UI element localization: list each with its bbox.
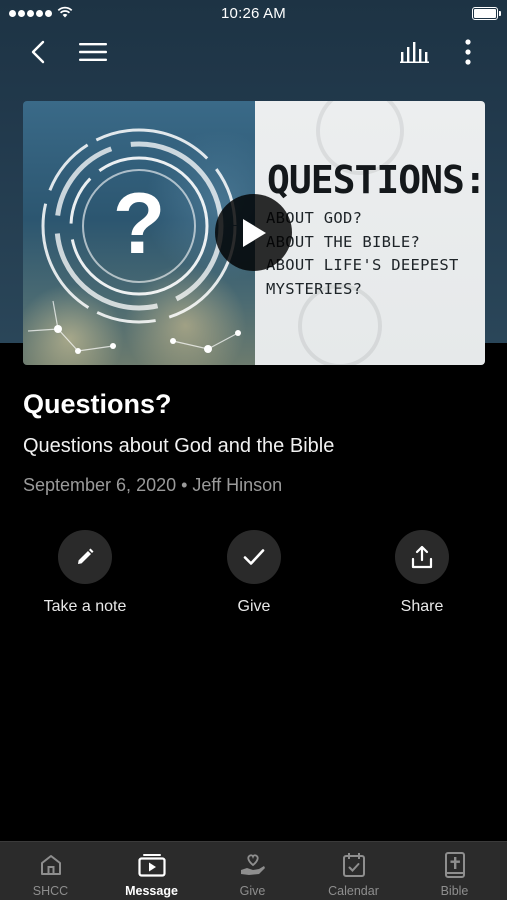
svg-text:?: ? — [113, 176, 166, 272]
back-button[interactable] — [20, 34, 56, 70]
take-note-button[interactable]: Take a note — [25, 530, 145, 616]
audio-button[interactable] — [397, 34, 433, 70]
video-player-icon — [137, 854, 166, 877]
status-time: 10:26 AM — [221, 5, 286, 22]
calendar-icon — [342, 853, 365, 877]
take-note-circle[interactable] — [58, 530, 112, 584]
pencil-icon — [78, 548, 94, 564]
message-title: Questions? — [23, 389, 172, 419]
tab-label: Message — [125, 884, 178, 898]
share-button[interactable]: Share — [362, 530, 482, 616]
take-note-label: Take a note — [43, 598, 127, 615]
give-label: Give — [237, 598, 271, 615]
thumbnail-line: MYSTERIES? — [266, 279, 363, 298]
vertical-ellipsis-icon — [465, 39, 471, 65]
tab-message[interactable]: Message — [101, 842, 202, 900]
tab-label: Give — [239, 884, 266, 898]
video-thumbnail[interactable]: ? QUESTIONS: ABOUT GOD? ABOUT THE BIBLE?… — [23, 101, 485, 365]
play-icon — [242, 218, 266, 247]
message-subtitle: Questions about God and the Bible — [23, 435, 335, 457]
give-button[interactable]: Give — [194, 530, 314, 616]
hamburger-menu-icon — [79, 43, 107, 61]
action-row: Take a note Give Share — [0, 530, 507, 620]
heart-hand-icon — [240, 854, 265, 875]
tab-label: Bible — [440, 884, 469, 898]
chevron-left-icon — [31, 40, 45, 64]
thumbnail-line: ABOUT THE BIBLE? — [266, 232, 421, 251]
more-options-button[interactable] — [450, 34, 486, 70]
share-circle[interactable] — [395, 530, 449, 584]
thumbnail-heading: QUESTIONS: — [267, 158, 485, 202]
share-label: Share — [400, 598, 444, 615]
checkmark-icon — [243, 549, 265, 565]
tab-bar: SHCC Message Give Calendar Bible — [0, 841, 507, 900]
thumbnail-lines: ABOUT GOD? ABOUT THE BIBLE? ABOUT LIFE'S… — [266, 207, 481, 301]
tab-label: Calendar — [328, 884, 379, 898]
tab-give[interactable]: Give — [202, 842, 303, 900]
give-circle[interactable] — [227, 530, 281, 584]
battery-icon — [472, 7, 501, 20]
tab-label: SHCC — [32, 884, 69, 898]
nav-bar — [0, 30, 507, 74]
tab-bible[interactable]: Bible — [404, 842, 505, 900]
share-icon — [411, 545, 433, 569]
home-icon — [40, 855, 61, 875]
thumbnail-line: ABOUT LIFE'S DEEPEST — [266, 256, 459, 274]
thumbnail-line: ABOUT GOD? — [266, 209, 363, 227]
tab-shcc[interactable]: SHCC — [0, 842, 101, 900]
audio-bars-icon — [400, 42, 429, 63]
play-button[interactable] — [215, 194, 292, 271]
bible-icon — [444, 852, 465, 878]
status-bar: 10:26 AM — [0, 0, 507, 28]
tab-calendar[interactable]: Calendar — [303, 842, 404, 900]
message-meta: September 6, 2020 • Jeff Hinson — [23, 475, 283, 495]
menu-button[interactable] — [75, 34, 111, 70]
